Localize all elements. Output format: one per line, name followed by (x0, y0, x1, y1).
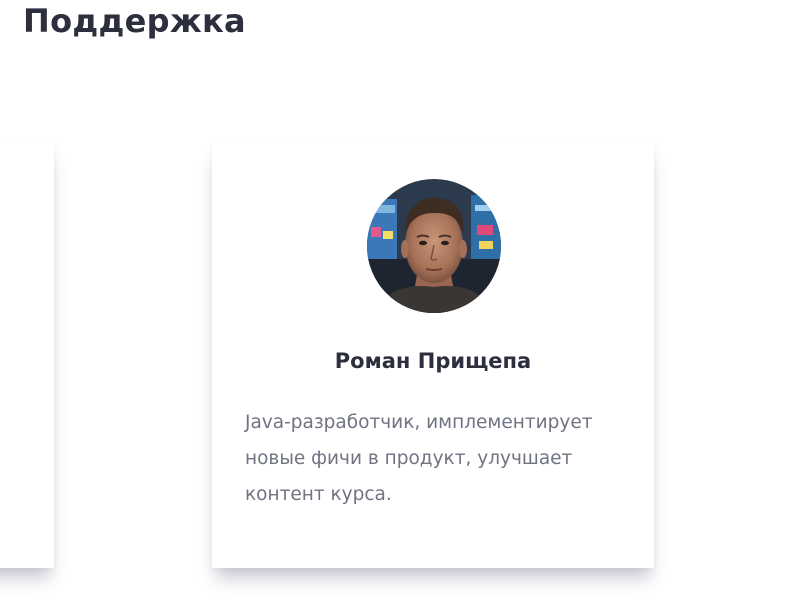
member-description: Java-разработчик, имплементирует новые ф… (245, 412, 593, 505)
team-card: Роман Прищепа Java-разработчик, имплемен… (212, 142, 654, 568)
member-name: Роман Прищепа (334, 349, 532, 373)
team-carousel: Роман Прищепа Java-разработчик, имплемен… (0, 0, 794, 598)
team-card-partial (0, 142, 54, 568)
avatar (367, 179, 501, 313)
